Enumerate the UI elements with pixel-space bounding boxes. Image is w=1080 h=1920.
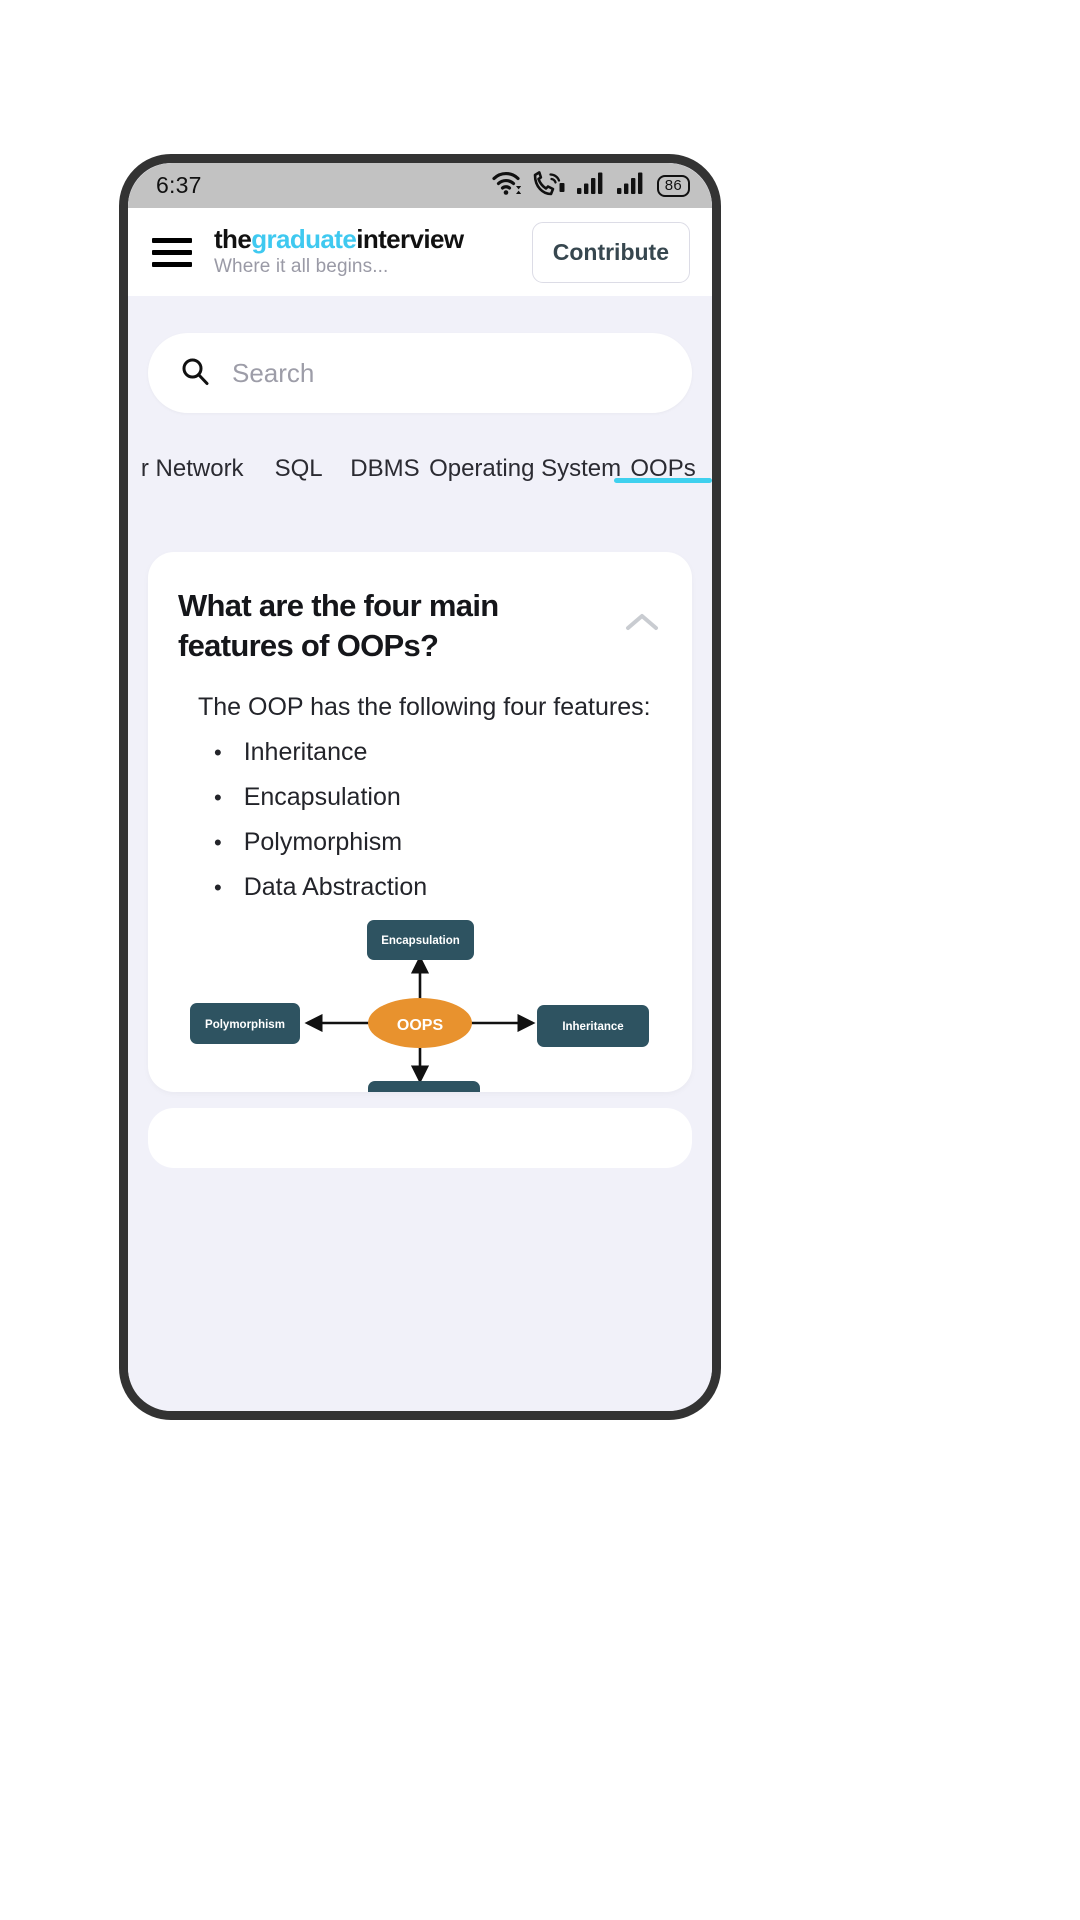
question-card: What are the four main features of OOPs?… [148,552,692,1092]
answer-lead-text: The OOP has the following four features: [198,692,651,721]
status-icons: 86 [491,170,690,201]
search-section [128,296,712,413]
node-inheritance-label: Inheritance [562,1021,623,1033]
status-bar: 6:37 86 [128,163,712,208]
brand: thegraduateinterview Where it all begins… [214,223,516,278]
search-input[interactable] [232,357,660,389]
search-icon [180,356,210,391]
list-item-label: Encapsulation [243,782,401,811]
question-header[interactable]: What are the four main features of OOPs? [178,586,662,667]
signal-bars-icon-1 [576,172,605,199]
content-area: r Network SQL DBMS Operating System OOPs [128,296,712,1411]
brand-title: thegraduateinterview [214,223,516,254]
tab-sql[interactable]: SQL [256,449,340,483]
tab-label: r Network [140,455,244,482]
list-item: • Data Abstraction [214,873,662,902]
call-signal-icon [533,170,565,201]
oops-concept-diagram: Encapsulation Polymorphism Inheritance A… [178,918,662,1092]
node-polymorphism-label: Polymorphism [205,1019,285,1031]
question-title: What are the four main features of OOPs? [178,588,499,664]
node-abstraction [368,1080,480,1092]
signal-bars-icon-2 [616,172,645,199]
tab-oops[interactable]: OOPs [614,449,712,483]
tab-label: DBMS [350,455,420,482]
wifi-icon [491,170,521,201]
tab-dbms[interactable]: DBMS [341,449,429,483]
bullet-icon: • [214,739,222,765]
next-question-card-peek[interactable] [148,1108,692,1168]
tab-label: Operating System [429,455,622,482]
oops-diagram-svg: Encapsulation Polymorphism Inheritance A… [190,919,649,1092]
chevron-up-icon[interactable] [622,602,662,642]
node-oops-center-label: OOPS [397,1017,444,1034]
search-bar[interactable] [148,333,692,413]
battery-icon: 86 [656,174,690,197]
brand-part-graduate: graduate [251,223,357,254]
list-item: • Inheritance [214,738,662,767]
bullet-icon: • [214,829,222,855]
brand-part-the: the [214,223,252,254]
brand-part-interview: interview [356,223,464,254]
phone-screen: 6:37 86 thegraduateinterview Where it al… [128,163,712,1411]
bullet-icon: • [214,784,222,810]
list-item-label: Inheritance [243,737,368,766]
list-item-label: Polymorphism [243,827,403,856]
list-item-label: Data Abstraction [243,872,428,901]
contribute-button[interactable]: Contribute [531,221,690,283]
list-item: • Encapsulation [214,783,662,812]
tab-label: SQL [274,455,323,482]
tab-computer-network[interactable]: r Network [128,449,256,483]
feature-list: • Inheritance • Encapsulation • Polymorp… [214,738,662,902]
category-tabs[interactable]: r Network SQL DBMS Operating System OOPs [128,449,712,521]
hamburger-icon[interactable] [152,237,192,267]
brand-tagline: Where it all begins... [214,256,389,278]
tab-operating-system[interactable]: Operating System [429,449,621,483]
app-header: thegraduateinterview Where it all begins… [128,208,712,296]
phone-frame: 6:37 86 thegraduateinterview Where it al… [119,154,721,1420]
status-time: 6:37 [156,172,202,198]
bullet-icon: • [214,874,222,900]
node-encapsulation-label: Encapsulation [381,935,460,947]
tab-underline-active [614,478,712,483]
list-item: • Polymorphism [214,828,662,857]
